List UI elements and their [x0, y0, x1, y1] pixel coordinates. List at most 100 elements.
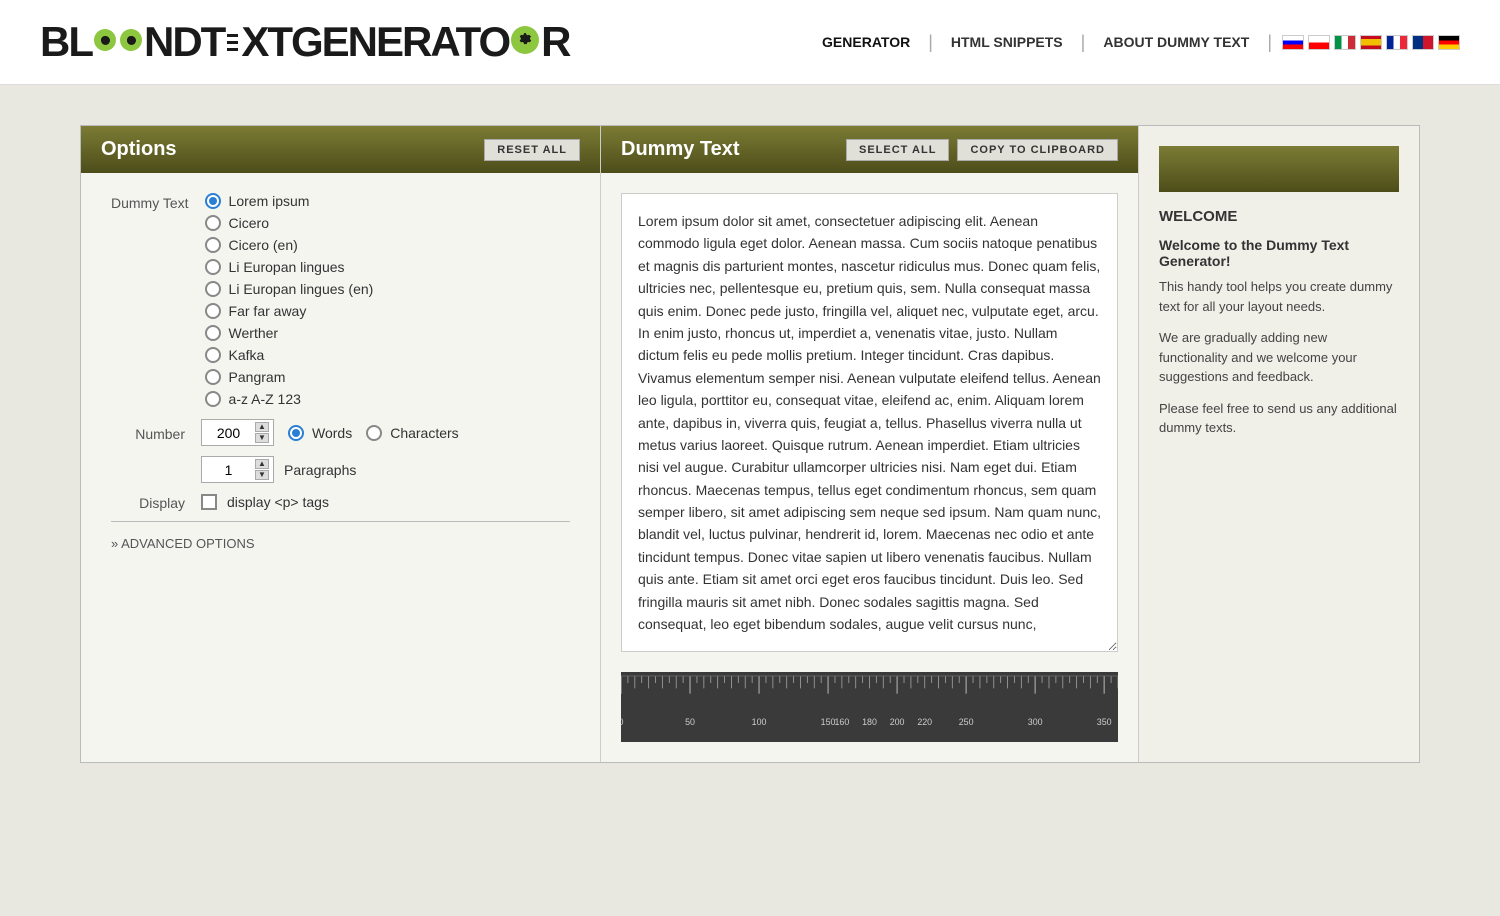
- select-all-button[interactable]: SELECT ALL: [846, 139, 949, 161]
- flag-czech[interactable]: [1308, 35, 1330, 50]
- paragraphs-spinner: ▲ ▼: [255, 459, 269, 480]
- main-content: Options RESET ALL Dummy Text Lorem ipsum…: [50, 85, 1450, 803]
- radio-far-away-circle: [205, 303, 221, 319]
- display-controls: display <p> tags: [201, 494, 329, 510]
- radio-far-away[interactable]: Far far away: [205, 303, 374, 319]
- welcome-panel: WELCOME Welcome to the Dummy Text Genera…: [1139, 126, 1419, 762]
- dummy-text-option-row: Dummy Text Lorem ipsum Cicero Cicero: [111, 193, 570, 407]
- flag-german[interactable]: [1438, 35, 1460, 50]
- content-area: Options RESET ALL Dummy Text Lorem ipsum…: [80, 125, 1420, 763]
- svg-text:160: 160: [834, 717, 849, 727]
- radio-pangram-label: Pangram: [229, 369, 286, 385]
- logo-gear-icon: [511, 26, 539, 54]
- copy-to-clipboard-button[interactable]: COPY TO CLIPBOARD: [957, 139, 1118, 161]
- radio-cicero-en[interactable]: Cicero (en): [205, 237, 374, 253]
- para-spinner-down[interactable]: ▼: [255, 470, 269, 480]
- ruler: generate ticks 0501001501601802002202503…: [621, 672, 1118, 742]
- dummy-text-title: Dummy Text: [621, 138, 740, 161]
- radio-cicero-label: Cicero: [229, 215, 269, 231]
- radio-words-label: Words: [312, 425, 352, 441]
- ruler-svg: generate ticks 0501001501601802002202503…: [621, 672, 1118, 742]
- dummy-text-content[interactable]: Lorem ipsum dolor sit amet, consectetuer…: [621, 193, 1118, 652]
- logo-lines-icon: [227, 34, 238, 51]
- radio-characters-label: Characters: [390, 425, 458, 441]
- number-spinner: ▲ ▼: [255, 422, 269, 443]
- nav-divider-3: |: [1267, 32, 1272, 53]
- svg-text:350: 350: [1097, 717, 1112, 727]
- radio-kafka-circle: [205, 347, 221, 363]
- number-option-row: Number ▲ ▼ Words: [111, 419, 570, 446]
- svg-text:150: 150: [821, 717, 836, 727]
- para-spinner-up[interactable]: ▲: [255, 459, 269, 469]
- dummy-text-body: Lorem ipsum dolor sit amet, consectetuer…: [601, 173, 1138, 672]
- display-p-checkbox[interactable]: [201, 494, 217, 510]
- logo-ndt: NDT: [144, 18, 224, 66]
- dummy-text-panel: Dummy Text SELECT ALL COPY TO CLIPBOARD …: [601, 126, 1139, 762]
- spinner-up[interactable]: ▲: [255, 422, 269, 432]
- welcome-title: WELCOME: [1159, 208, 1399, 225]
- radio-li-europan-en-circle: [205, 281, 221, 297]
- welcome-text-1: This handy tool helps you create dummy t…: [1159, 277, 1399, 316]
- number-input-wrap: ▲ ▼: [201, 419, 274, 446]
- flag-spanish[interactable]: [1360, 35, 1382, 50]
- number-label: Number: [111, 424, 201, 442]
- radio-lorem-ipsum-label: Lorem ipsum: [229, 193, 310, 209]
- radio-cicero[interactable]: Cicero: [205, 215, 374, 231]
- display-option-row: Display display <p> tags: [111, 493, 570, 511]
- site-logo: BL NDT XTGENERATO R: [40, 18, 569, 66]
- logo-dot-1: [94, 29, 116, 51]
- paragraphs-spacer: [111, 469, 201, 471]
- radio-li-europan-en[interactable]: Li Europan lingues (en): [205, 281, 374, 297]
- logo-bl: BL: [40, 18, 92, 66]
- paragraphs-option-row: ▲ ▼ Paragraphs: [111, 456, 570, 483]
- options-body: Dummy Text Lorem ipsum Cicero Cicero: [81, 173, 600, 571]
- flag-uk[interactable]: [1412, 35, 1434, 50]
- logo-r: R: [541, 18, 569, 66]
- flag-italian[interactable]: [1334, 35, 1356, 50]
- nav-html-snippets[interactable]: HTML SNIPPETS: [933, 34, 1081, 50]
- welcome-content: WELCOME Welcome to the Dummy Text Genera…: [1159, 192, 1399, 438]
- radio-far-away-label: Far far away: [229, 303, 307, 319]
- number-controls: ▲ ▼ Words Characters: [201, 419, 459, 446]
- spinner-down[interactable]: ▼: [255, 433, 269, 443]
- radio-pangram-circle: [205, 369, 221, 385]
- gear-svg: [517, 32, 533, 48]
- radio-kafka[interactable]: Kafka: [205, 347, 374, 363]
- radio-characters[interactable]: Characters: [366, 425, 458, 441]
- dummy-text-header: Dummy Text SELECT ALL COPY TO CLIPBOARD: [601, 126, 1138, 173]
- welcome-text-2: We are gradually adding new functionalit…: [1159, 328, 1399, 387]
- svg-text:50: 50: [685, 717, 695, 727]
- logo-dot-2: [120, 29, 142, 51]
- svg-text:220: 220: [917, 717, 932, 727]
- radio-pangram[interactable]: Pangram: [205, 369, 374, 385]
- svg-text:0: 0: [621, 717, 624, 727]
- number-input[interactable]: [206, 425, 251, 441]
- advanced-options-link[interactable]: » ADVANCED OPTIONS: [111, 536, 570, 551]
- flag-french[interactable]: [1386, 35, 1408, 50]
- radio-werther-circle: [205, 325, 221, 341]
- radio-lorem-ipsum[interactable]: Lorem ipsum: [205, 193, 374, 209]
- radio-cicero-circle: [205, 215, 221, 231]
- paragraphs-controls: ▲ ▼ Paragraphs: [201, 456, 356, 483]
- radio-words-circle: [288, 425, 304, 441]
- reset-all-button[interactable]: RESET ALL: [484, 139, 580, 161]
- radio-kafka-label: Kafka: [229, 347, 265, 363]
- radio-words[interactable]: Words: [288, 425, 352, 441]
- radio-werther[interactable]: Werther: [205, 325, 374, 341]
- nav-generator[interactable]: GENERATOR: [804, 34, 928, 50]
- main-nav: GENERATOR | HTML SNIPPETS | ABOUT DUMMY …: [804, 32, 1460, 53]
- nav-about[interactable]: ABOUT DUMMY TEXT: [1085, 34, 1267, 50]
- svg-text:100: 100: [752, 717, 767, 727]
- logo-xtgenerato: XTGENERATO: [241, 18, 509, 66]
- radio-az123[interactable]: a-z A-Z 123: [205, 391, 374, 407]
- welcome-subtitle: Welcome to the Dummy Text Generator!: [1159, 237, 1399, 269]
- text-type-choices: Lorem ipsum Cicero Cicero (en) Li E: [205, 193, 374, 407]
- paragraphs-input[interactable]: [206, 462, 251, 478]
- svg-text:300: 300: [1028, 717, 1043, 727]
- svg-text:200: 200: [890, 717, 905, 727]
- dummy-text-label: Dummy Text: [111, 193, 205, 211]
- svg-text:180: 180: [862, 717, 877, 727]
- paragraphs-label: Paragraphs: [284, 462, 356, 478]
- radio-li-europan[interactable]: Li Europan lingues: [205, 259, 374, 275]
- flag-russian[interactable]: [1282, 35, 1304, 50]
